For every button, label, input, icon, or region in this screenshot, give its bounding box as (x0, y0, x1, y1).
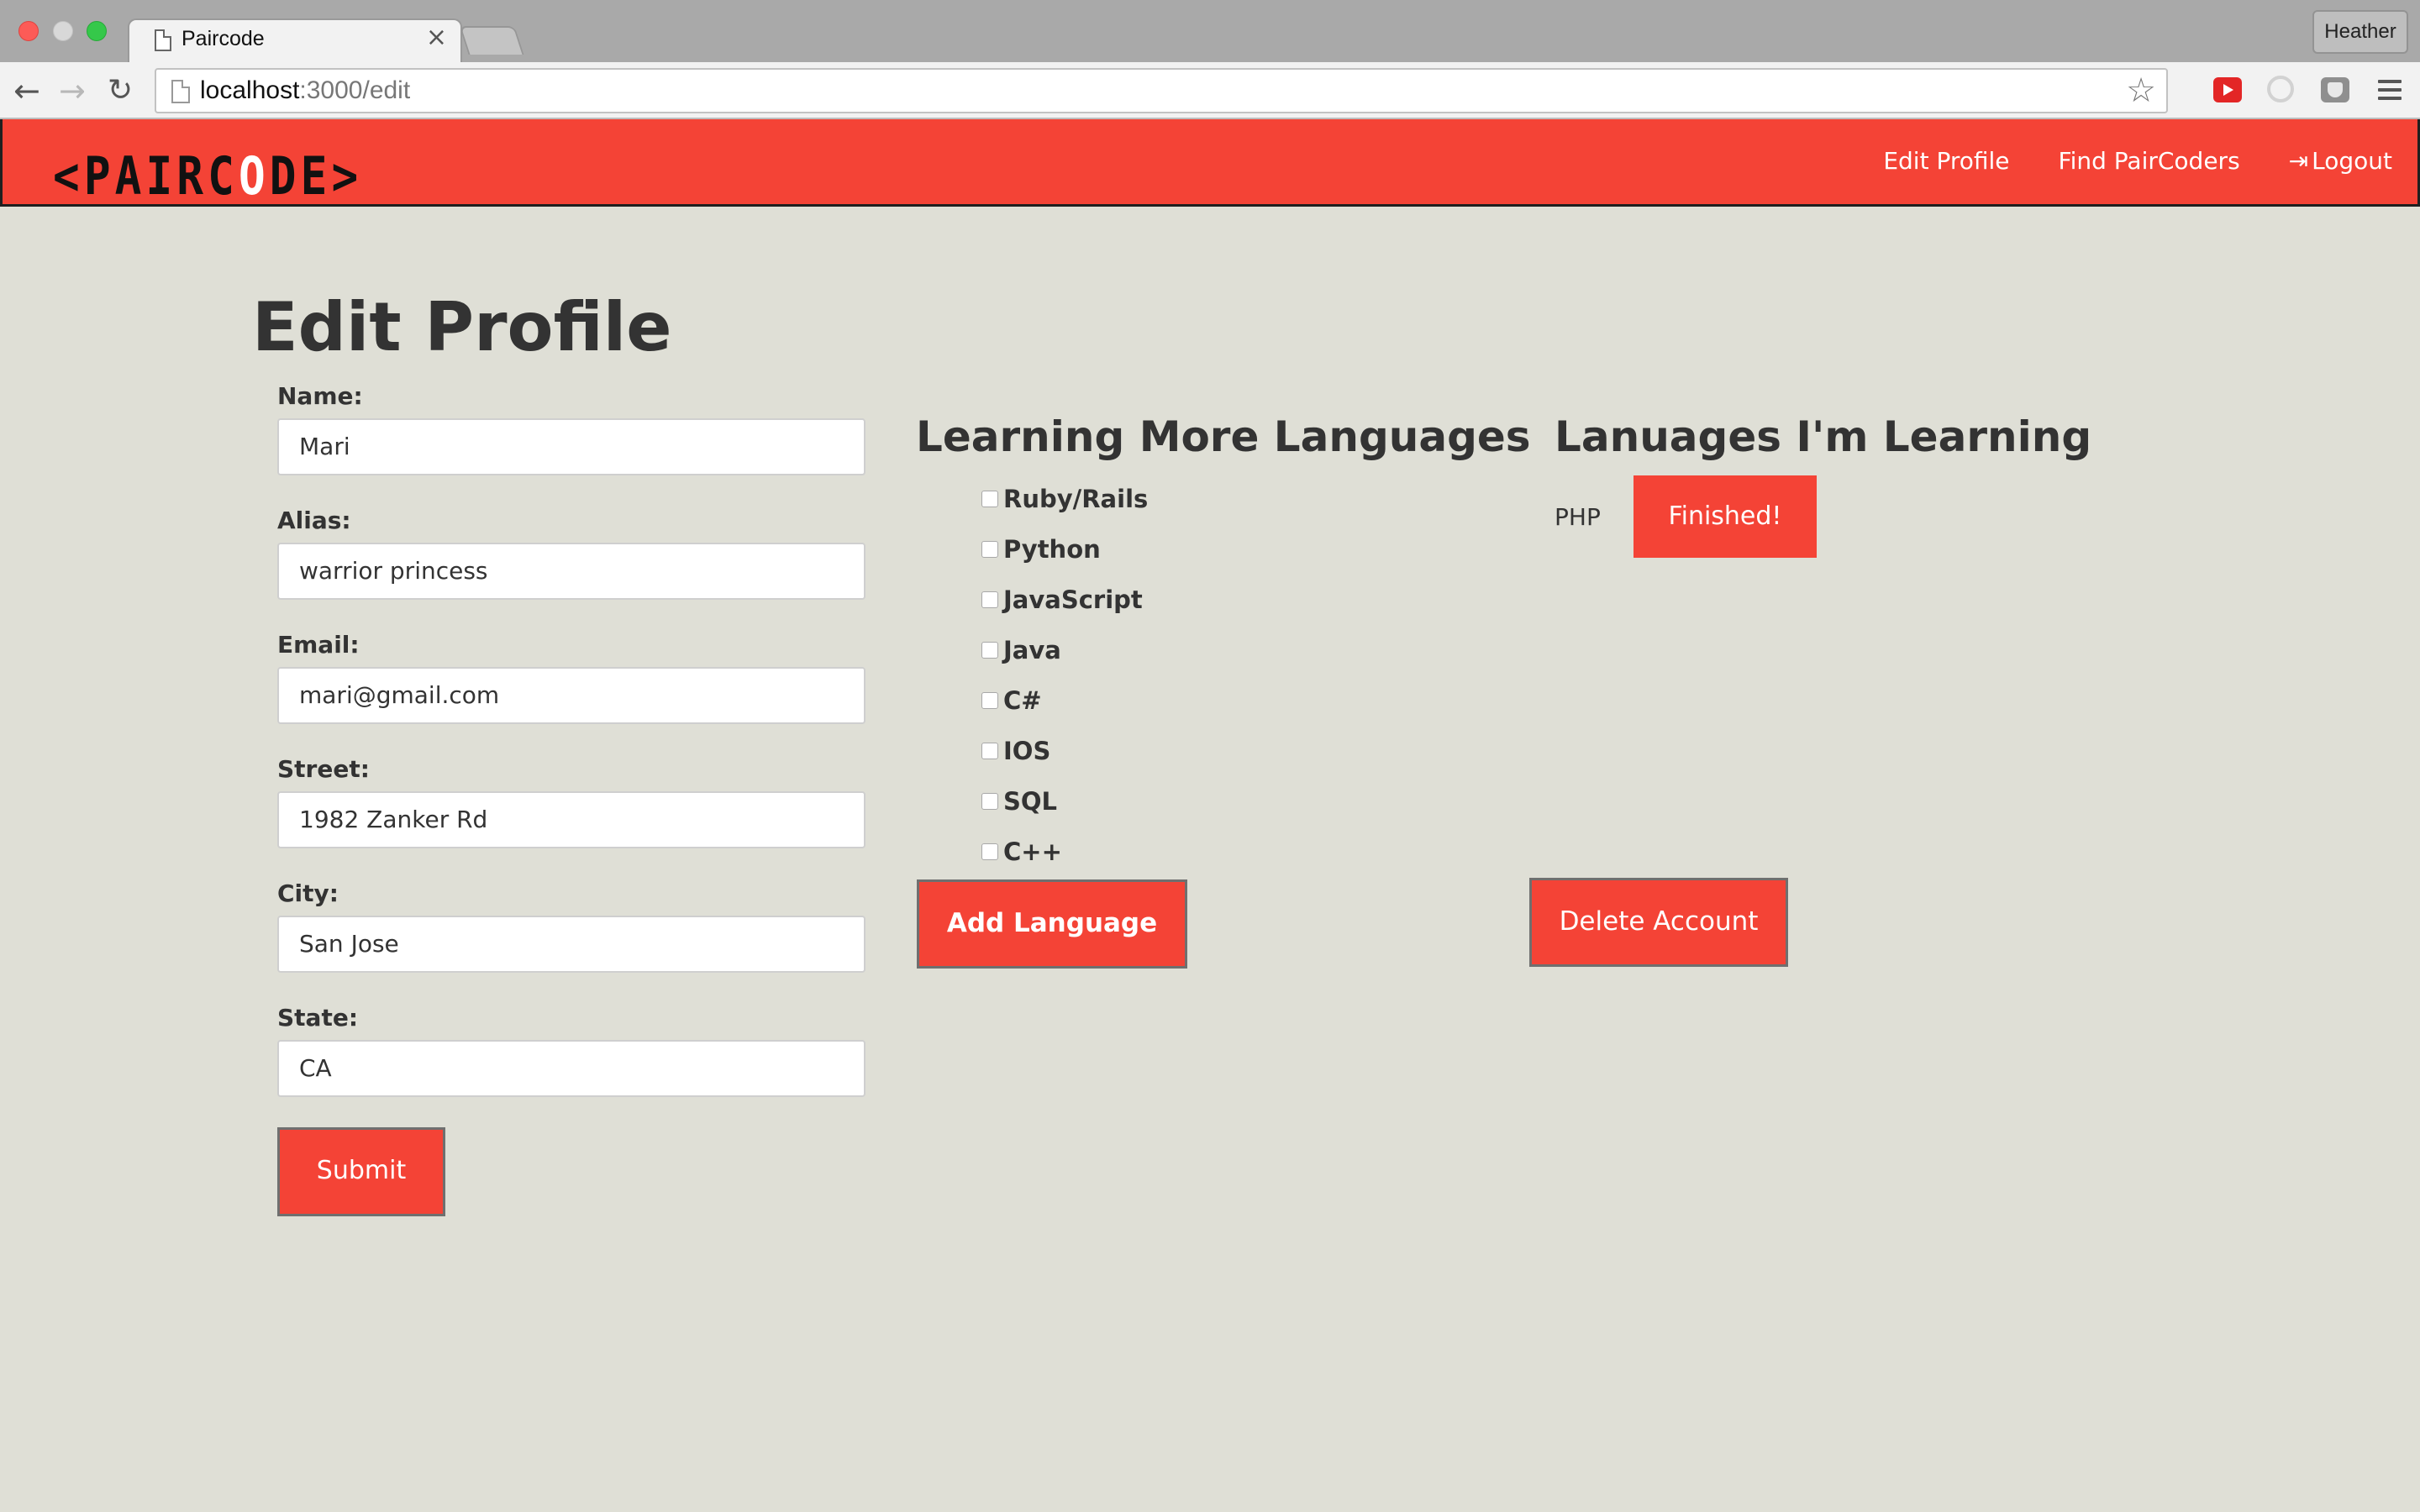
name-label: Name: (277, 382, 363, 410)
page-icon (155, 29, 171, 51)
city-label: City: (277, 879, 339, 907)
logo-text-left: <PAIRC (53, 145, 239, 207)
tab-close-icon[interactable]: × (426, 23, 447, 52)
name-input[interactable]: Mari (277, 418, 865, 475)
email-field-group: Email: mari@gmail.com (277, 630, 865, 754)
back-arrow-icon[interactable]: ← (13, 74, 40, 108)
learning-language-name: PHP (1555, 502, 1601, 531)
language-option-java[interactable]: Java (981, 625, 1148, 675)
page-icon (171, 80, 190, 103)
checkbox[interactable] (981, 743, 998, 759)
browser-toolbar: ← → ↻ localhost:3000/edit ☆ (0, 62, 2420, 119)
checkbox[interactable] (981, 541, 998, 558)
checkbox[interactable] (981, 642, 998, 659)
nav-links: Edit Profile Find PairCoders ⇥ Logout (1883, 144, 2392, 178)
forward-arrow-icon[interactable]: → (59, 74, 86, 108)
map-pin-icon: O (238, 145, 270, 207)
street-label: Street: (277, 755, 370, 783)
language-label: Python (1003, 535, 1101, 564)
street-field-group: Street: 1982 Zanker Rd (277, 754, 865, 879)
url-host: localhost (200, 76, 300, 104)
state-field-group: State: CA (277, 1003, 865, 1127)
language-option-sql[interactable]: SQL (981, 776, 1148, 827)
youtube-extension-icon[interactable] (2213, 77, 2242, 102)
language-label: Ruby/Rails (1003, 485, 1149, 513)
email-label: Email: (277, 631, 360, 659)
language-option-python[interactable]: Python (981, 524, 1148, 575)
language-option-csharp[interactable]: C# (981, 675, 1148, 726)
language-label: C++ (1003, 837, 1062, 866)
state-input[interactable]: CA (277, 1040, 865, 1097)
browser-titlebar: Paircode × Heather (0, 0, 2420, 64)
logout-icon: ⇥ (2288, 147, 2309, 175)
finished-button[interactable]: Finished! (1634, 475, 1817, 558)
url-text[interactable]: localhost:3000/edit (200, 76, 410, 105)
tab-title: Paircode (182, 27, 265, 50)
language-label: JavaScript (1003, 585, 1143, 614)
logo-text-right: DE> (269, 145, 363, 207)
add-language-button[interactable]: Add Language (917, 879, 1187, 969)
window-zoom-button[interactable] (87, 21, 107, 41)
profile-button[interactable]: Heather (2312, 10, 2408, 54)
language-label: Java (1003, 636, 1061, 664)
name-field-group: Name: Mari (277, 381, 865, 506)
checkbox[interactable] (981, 591, 998, 608)
checkbox[interactable] (981, 793, 998, 810)
paircode-logo[interactable]: <PAIRCODE> (53, 148, 362, 205)
language-label: SQL (1003, 787, 1058, 816)
checkbox[interactable] (981, 491, 998, 507)
hamburger-menu-icon[interactable] (2378, 80, 2402, 100)
alias-input[interactable]: warrior princess (277, 543, 865, 600)
reload-icon[interactable]: ↻ (108, 74, 133, 108)
email-input[interactable]: mari@gmail.com (277, 667, 865, 724)
shield-extension-icon[interactable] (2321, 77, 2349, 102)
language-option-cpp[interactable]: C++ (981, 827, 1148, 877)
language-option-javascript[interactable]: JavaScript (981, 575, 1148, 625)
languages-learning-heading: Lanuages I'm Learning (1555, 412, 2092, 461)
sync-extension-icon[interactable] (2267, 76, 2294, 102)
street-input[interactable]: 1982 Zanker Rd (277, 791, 865, 848)
nav-logout-link[interactable]: ⇥ Logout (2289, 144, 2392, 178)
checkbox[interactable] (981, 843, 998, 860)
language-option-ruby[interactable]: Ruby/Rails (981, 474, 1148, 524)
alias-label: Alias: (277, 507, 351, 534)
page-title: Edit Profile (252, 288, 672, 366)
logout-label: Logout (2312, 147, 2392, 175)
learning-language-row: PHP Finished! (1555, 475, 1817, 558)
checkbox[interactable] (981, 692, 998, 709)
window-close-button[interactable] (18, 21, 39, 41)
language-option-ios[interactable]: IOS (981, 726, 1148, 776)
nav-edit-profile-link[interactable]: Edit Profile (1883, 144, 2009, 178)
learning-more-heading: Learning More Languages (916, 412, 1531, 461)
city-input[interactable]: San Jose (277, 916, 865, 973)
new-tab-button[interactable] (459, 26, 524, 55)
browser-tab[interactable]: Paircode × (128, 18, 462, 64)
address-bar[interactable]: localhost:3000/edit ☆ (155, 68, 2168, 113)
bookmark-star-icon[interactable]: ☆ (2126, 71, 2156, 110)
state-label: State: (277, 1004, 359, 1032)
window-minimize-button[interactable] (53, 21, 73, 41)
language-label: C# (1003, 686, 1042, 715)
edit-profile-form: Name: Mari Alias: warrior princess Email… (277, 381, 865, 1127)
url-path: :3000/edit (299, 76, 411, 104)
delete-account-button[interactable]: Delete Account (1529, 878, 1788, 967)
city-field-group: City: San Jose (277, 879, 865, 1003)
nav-find-paircoders-link[interactable]: Find PairCoders (2059, 144, 2240, 178)
alias-field-group: Alias: warrior princess (277, 506, 865, 630)
language-label: IOS (1003, 737, 1051, 765)
submit-button[interactable]: Submit (277, 1127, 445, 1216)
site-navbar: <PAIRCODE> Edit Profile Find PairCoders … (0, 119, 2420, 207)
language-checkbox-list: Ruby/Rails Python JavaScript Java C# IOS… (981, 474, 1148, 877)
